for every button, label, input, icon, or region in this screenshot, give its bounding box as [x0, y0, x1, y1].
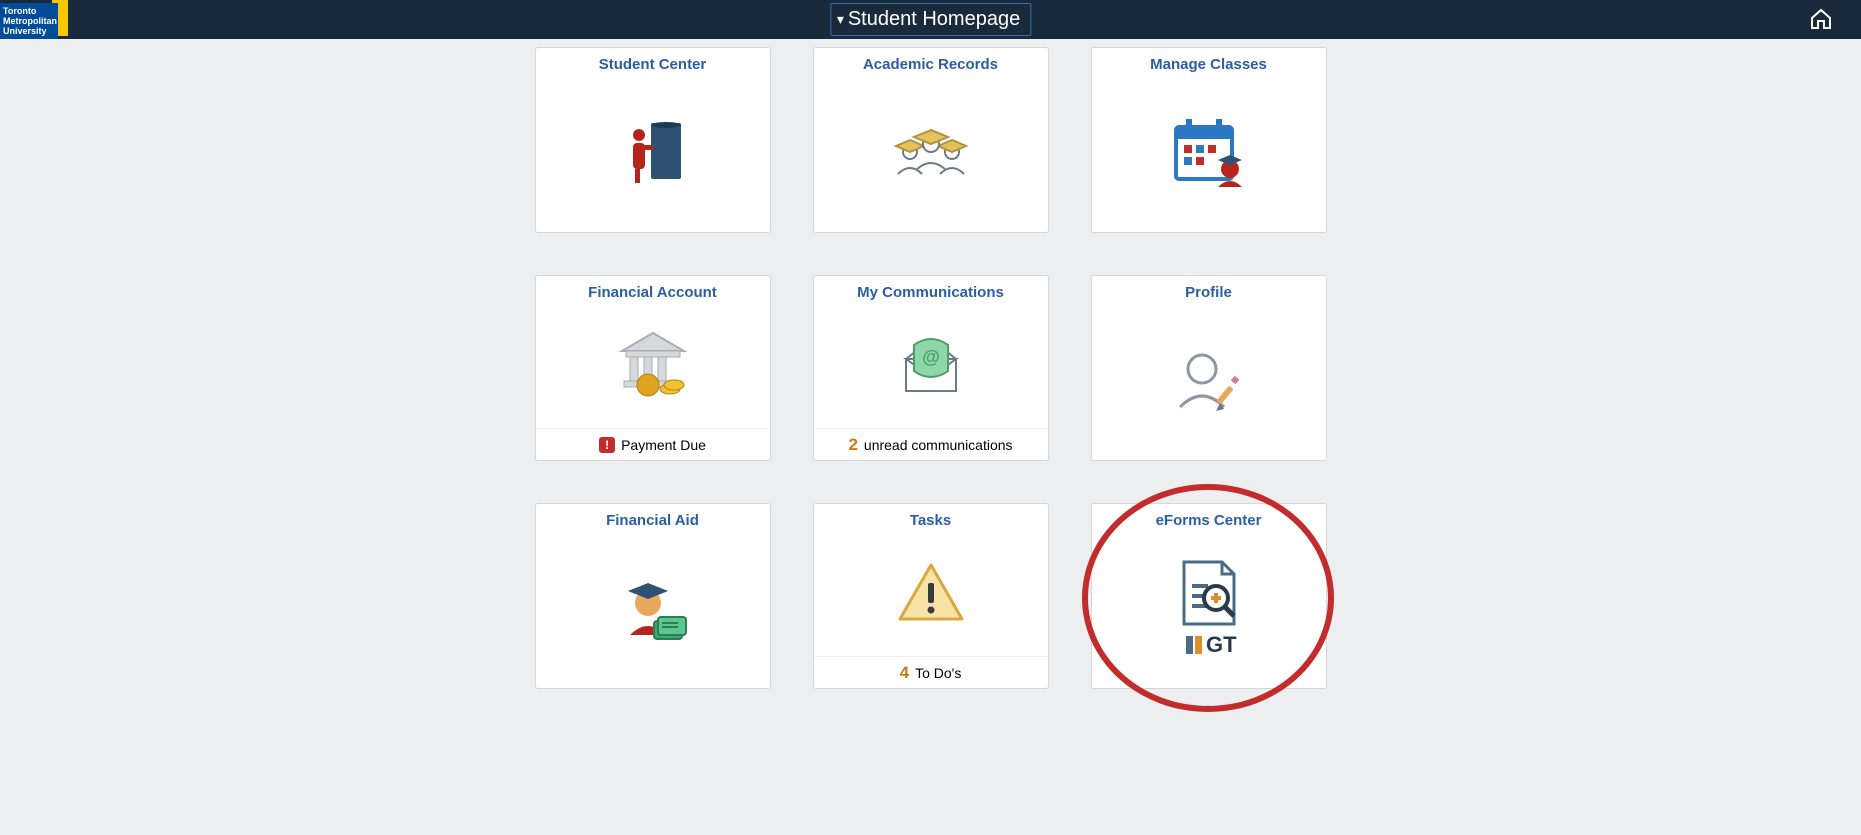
university-logo[interactable]: Toronto Metropolitan University [0, 0, 68, 39]
tile-title: Financial Account [588, 284, 717, 301]
page-title: Student Homepage [848, 8, 1020, 31]
tile-tasks[interactable]: Tasks 4 To Do's [813, 503, 1049, 689]
tile-student-center[interactable]: Student Center [535, 47, 771, 233]
tile-profile[interactable]: Profile [1091, 275, 1327, 461]
tile-title: Financial Aid [606, 512, 699, 529]
tile-status: ! Payment Due [536, 428, 770, 460]
home-icon [1809, 7, 1833, 31]
financial-account-icon [536, 301, 770, 428]
status-text: Payment Due [621, 437, 706, 453]
eforms-center-icon: GT [1092, 529, 1326, 688]
my-communications-icon: @ [814, 301, 1048, 428]
tile-financial-aid[interactable]: Financial Aid [535, 503, 771, 689]
tile-eforms-center[interactable]: eForms Center GT [1091, 503, 1327, 689]
tile-title: My Communications [857, 284, 1004, 301]
header-bar: Toronto Metropolitan University ▾ Studen… [0, 0, 1861, 39]
svg-text:GT: GT [1206, 632, 1237, 657]
tile-title: Academic Records [863, 56, 998, 73]
tile-title: Profile [1185, 284, 1232, 301]
tasks-icon [814, 529, 1048, 656]
tile-status: 4 To Do's [814, 656, 1048, 688]
academic-records-icon [814, 73, 1048, 232]
status-count: 2 [848, 435, 857, 455]
financial-aid-icon [536, 529, 770, 688]
logo-text-3: University [3, 26, 47, 36]
homepage-dropdown[interactable]: ▾ Student Homepage [830, 3, 1031, 36]
tile-financial-account[interactable]: Financial Account ! Payment Due [535, 275, 771, 461]
tile-title: eForms Center [1156, 512, 1262, 529]
tile-title: Student Center [599, 56, 707, 73]
home-button[interactable] [1809, 7, 1833, 36]
tile-status: 2 unread communications [814, 428, 1048, 460]
content-area: Student Center Academic Records [0, 39, 1861, 689]
status-text: unread communications [864, 437, 1013, 453]
tile-academic-records[interactable]: Academic Records [813, 47, 1049, 233]
tile-title: Tasks [910, 512, 951, 529]
profile-icon [1092, 301, 1326, 460]
chevron-down-icon: ▾ [837, 11, 844, 28]
tile-my-communications[interactable]: My Communications @ 2 unread communicati… [813, 275, 1049, 461]
status-text: To Do's [915, 665, 961, 681]
tile-title: Manage Classes [1150, 56, 1267, 73]
tile-grid: Student Center Academic Records [535, 47, 1327, 689]
logo-text-2: Metropolitan [3, 16, 57, 26]
tile-manage-classes[interactable]: Manage Classes [1091, 47, 1327, 233]
svg-text:@: @ [922, 347, 940, 367]
manage-classes-icon [1092, 73, 1326, 232]
alert-icon: ! [599, 437, 615, 453]
student-center-icon [536, 73, 770, 232]
status-count: 4 [900, 663, 909, 683]
logo-text-1: Toronto [3, 6, 36, 16]
